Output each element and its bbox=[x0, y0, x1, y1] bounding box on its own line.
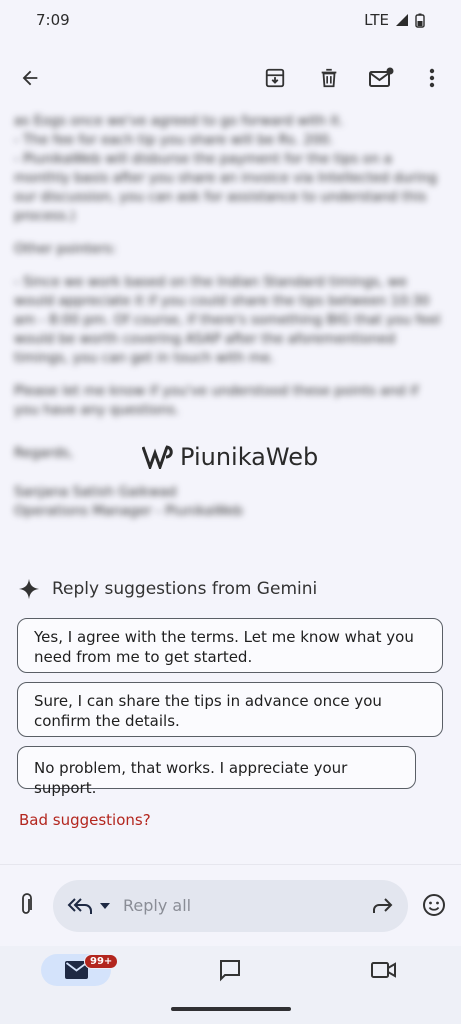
bottom-navigation: 99+ bbox=[0, 946, 461, 1024]
delete-button[interactable] bbox=[311, 60, 347, 96]
status-indicators: LTE bbox=[364, 11, 425, 29]
email-paragraph: - Since we work based on the Indian Stan… bbox=[14, 274, 441, 366]
reply-suggestion-text: Yes, I agree with the terms. Let me know… bbox=[34, 628, 414, 666]
email-paragraph: Sanjana Satish Gaikwad bbox=[14, 484, 177, 500]
trash-icon bbox=[321, 68, 337, 88]
signal-icon bbox=[396, 14, 408, 26]
attach-button[interactable] bbox=[9, 887, 45, 923]
home-indicator[interactable] bbox=[171, 1007, 291, 1011]
archive-icon bbox=[265, 68, 285, 88]
sparkle-icon bbox=[18, 578, 40, 600]
paperclip-icon bbox=[22, 893, 32, 914]
reply-suggestion-text: No problem, that works. I appreciate you… bbox=[34, 759, 348, 797]
email-paragraph: - The fee for each tip you share will be… bbox=[14, 132, 334, 148]
chat-icon bbox=[220, 960, 240, 982]
reply-all-icon[interactable] bbox=[67, 895, 93, 917]
watermark-text: PiunikaWeb bbox=[180, 443, 319, 471]
email-paragraph: Operations Manager - PiunikaWeb bbox=[14, 503, 243, 519]
email-paragraph: as Eogs once we've agreed to go forward … bbox=[14, 113, 344, 129]
email-paragraph: Please let me know if you've understood … bbox=[14, 383, 419, 418]
reply-field[interactable]: Reply all bbox=[53, 880, 408, 932]
more-vert-icon bbox=[429, 68, 435, 88]
mark-unread-icon bbox=[369, 67, 394, 87]
email-paragraph: - PiunikaWeb will disburse the payment f… bbox=[14, 151, 437, 224]
battery-icon bbox=[415, 13, 425, 28]
reply-suggestion-3[interactable]: No problem, that works. I appreciate you… bbox=[17, 746, 416, 797]
mail-count-badge: 99+ bbox=[84, 954, 119, 969]
status-time: 7:09 bbox=[36, 11, 70, 29]
more-options-button[interactable] bbox=[414, 60, 450, 96]
gemini-suggestions-header: Reply suggestions from Gemini bbox=[18, 578, 317, 600]
video-camera-icon bbox=[371, 962, 396, 978]
reply-bar: Reply all bbox=[0, 864, 461, 945]
network-label: LTE bbox=[364, 11, 389, 29]
mark-unread-button[interactable] bbox=[363, 60, 399, 96]
forward-icon[interactable] bbox=[371, 896, 393, 916]
watermark: PiunikaWeb bbox=[142, 443, 318, 471]
nav-chat-tab[interactable] bbox=[212, 952, 248, 988]
email-paragraph: Other pointers: bbox=[14, 241, 117, 257]
emoji-icon bbox=[423, 894, 445, 916]
arrow-left-icon bbox=[22, 70, 38, 86]
reply-suggestion-1[interactable]: Yes, I agree with the terms. Let me know… bbox=[17, 618, 443, 673]
reply-placeholder: Reply all bbox=[123, 896, 192, 915]
archive-button[interactable] bbox=[257, 60, 293, 96]
bad-suggestions-link[interactable]: Bad suggestions? bbox=[19, 811, 151, 829]
reply-suggestion-text: Sure, I can share the tips in advance on… bbox=[34, 692, 382, 730]
back-button[interactable] bbox=[12, 60, 48, 96]
piunikaweb-logo-icon bbox=[142, 445, 173, 469]
gemini-suggestions-title: Reply suggestions from Gemini bbox=[52, 579, 318, 599]
chevron-down-icon[interactable] bbox=[100, 903, 110, 909]
status-bar: 7:09 LTE bbox=[0, 0, 461, 40]
nav-meet-tab[interactable] bbox=[366, 952, 402, 988]
top-toolbar bbox=[0, 50, 461, 106]
reply-suggestion-2[interactable]: Sure, I can share the tips in advance on… bbox=[17, 682, 443, 737]
emoji-button[interactable] bbox=[416, 887, 452, 923]
